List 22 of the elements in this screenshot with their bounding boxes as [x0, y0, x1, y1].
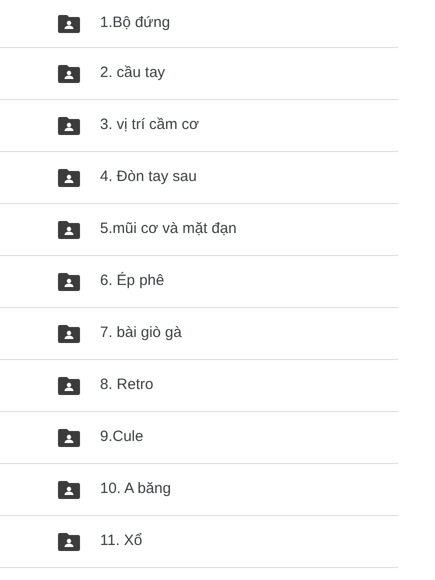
folder-name[interactable]: 10. A băng — [100, 478, 171, 501]
shared-folder-icon — [58, 220, 80, 238]
shared-folder-icon — [58, 480, 80, 498]
shared-folder-icon — [58, 428, 80, 446]
folder-name[interactable]: 6. Ép phê — [100, 270, 164, 293]
shared-folder-icon — [58, 14, 80, 32]
folder-name[interactable]: 8. Retro — [100, 374, 154, 397]
folder-name[interactable]: 1.Bộ đứng — [100, 12, 170, 35]
folder-name[interactable]: 3. vị trí cầm cơ — [100, 114, 200, 137]
shared-folder-icon — [58, 272, 80, 290]
shared-folder-icon — [58, 64, 80, 82]
folder-name[interactable]: 9.Cule — [100, 426, 144, 449]
folder-name[interactable]: 11. Xổ — [100, 530, 142, 553]
folder-name[interactable]: 7. bài giò gà — [100, 322, 182, 345]
shared-folder-icon — [58, 168, 80, 186]
shared-folder-icon — [58, 376, 80, 394]
shared-folder-icon — [58, 116, 80, 134]
folder-name[interactable]: 2. cầu tay — [100, 62, 166, 85]
folder-name[interactable]: 5.mũi cơ và mặt đạn — [100, 218, 237, 241]
shared-folder-icon — [58, 532, 80, 550]
folder-name[interactable]: 4. Đòn tay sau — [100, 166, 197, 189]
shared-folder-icon — [58, 324, 80, 342]
